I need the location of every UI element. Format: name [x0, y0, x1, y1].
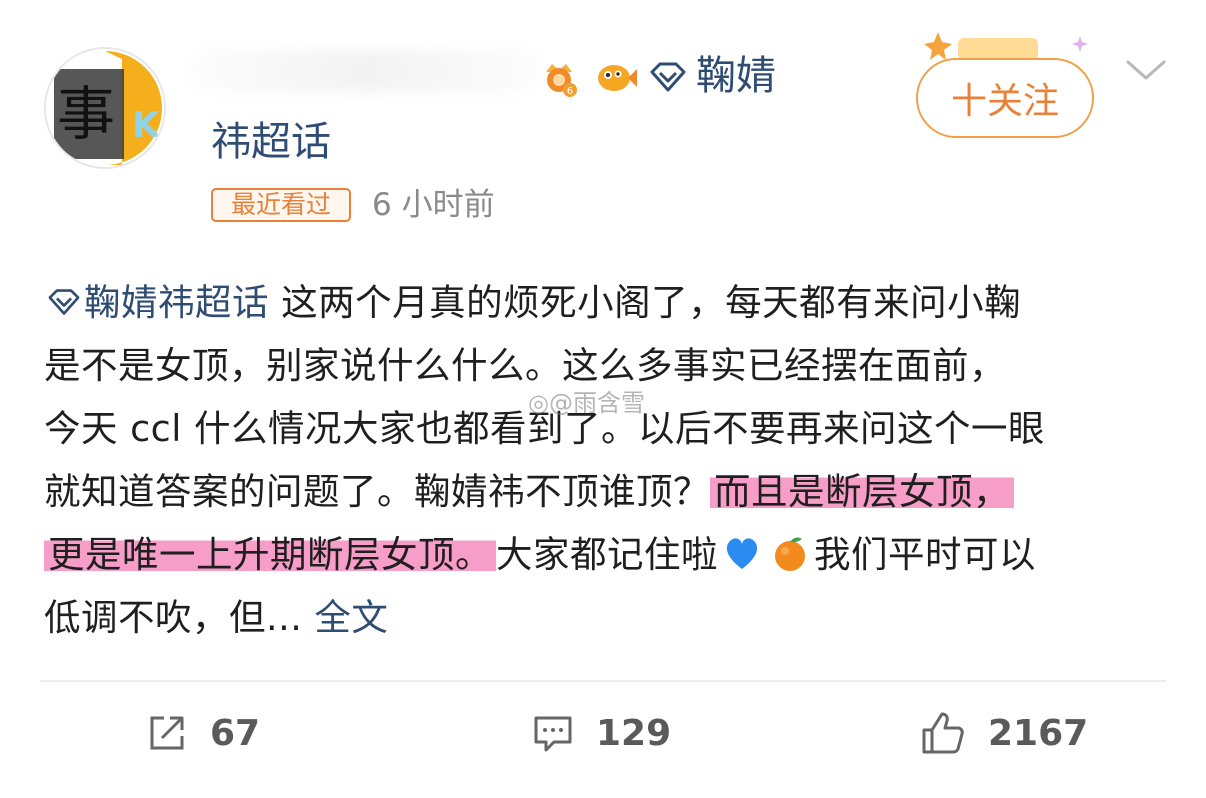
share-count: 67	[210, 712, 261, 754]
orange-fruit-icon	[775, 537, 805, 571]
post-text-line: 这两个月真的烦死小阁了，每天都有来问小鞠	[281, 281, 1022, 324]
post-timestamp: 6 小时前	[372, 187, 495, 223]
blue-heart-icon	[726, 538, 758, 569]
comment-button[interactable]: 129	[532, 705, 671, 761]
like-count: 2167	[988, 712, 1089, 754]
super-topic-diamond-icon	[648, 60, 690, 102]
recently-viewed-tag: 最近看过	[211, 188, 351, 222]
svg-text:事: 事	[57, 80, 115, 148]
svg-text:6: 6	[567, 86, 573, 97]
chevron-down-icon[interactable]	[1124, 56, 1168, 86]
post-text-line: 是不是女顶，别家说什么什么。这么多事实已经摆在面前，	[44, 344, 1006, 387]
post-text-line: 大家都记住啦	[496, 533, 718, 576]
post-text-line: 就知道答案的问题了。鞠婧祎不顶谁顶？	[44, 470, 710, 513]
blurred-username	[190, 50, 540, 92]
post-text-line: 我们平时可以	[814, 533, 1036, 576]
avatar-image: 事 K	[46, 49, 164, 167]
level-badge-icon: 6	[538, 56, 580, 98]
watermark: ◎@雨含雪	[528, 389, 645, 417]
read-more-link[interactable]: 全文	[314, 596, 388, 639]
topic-tag-link[interactable]: 鞠婧祎超话	[44, 281, 269, 324]
share-icon	[150, 716, 184, 750]
follow-button[interactable]: 十关注	[916, 58, 1094, 138]
highlighted-text: 而且是断层女顶，	[710, 470, 1014, 513]
comment-count: 129	[596, 712, 672, 754]
share-button[interactable]: 67	[146, 705, 260, 761]
like-button[interactable]: 2167	[920, 705, 1088, 761]
super-topic-diamond-icon	[48, 289, 80, 315]
fish-badge-icon	[594, 56, 637, 98]
thumbs-up-icon	[922, 712, 964, 754]
comment-icon	[534, 716, 572, 752]
group-name-link[interactable]: 祎超话	[211, 118, 331, 166]
weibo-logo-icon: ◎	[528, 389, 549, 417]
post-text-line: 低调不吹，但...	[44, 596, 303, 639]
svg-text:K: K	[132, 105, 161, 146]
divider	[40, 680, 1166, 682]
post-body: 鞠婧祎超话 这两个月真的烦死小阁了，每天都有来问小鞠 是不是女顶，别家说什么什么…	[44, 271, 1174, 649]
avatar[interactable]: 事 K	[44, 47, 166, 169]
topic-name-link[interactable]: 鞠婧	[696, 52, 776, 100]
highlighted-text: 更是唯一上升期断层女顶。	[44, 533, 496, 576]
